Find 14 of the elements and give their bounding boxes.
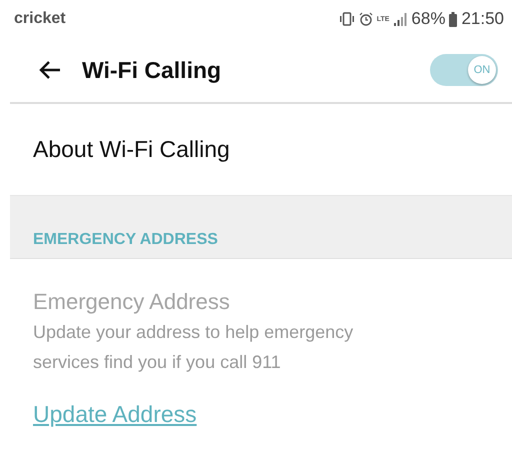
back-arrow-icon[interactable] [38,60,62,80]
vibrate-icon [338,12,355,26]
update-address-link[interactable]: Update Address [33,401,197,428]
clock-time: 21:50 [461,9,504,29]
item-title: Emergency Address [33,289,231,315]
carrier-name: cricket [14,10,66,28]
battery-icon [449,12,458,26]
screen-title: Wi-Fi Calling [82,56,222,84]
toggle-switch[interactable]: ON [430,54,498,86]
battery-percent: 68% [411,9,446,29]
signal-icon [393,12,408,26]
item-description: Update your address to help emergency services find you if you call 911 [33,321,354,374]
alarm-icon [358,12,373,26]
section-heading: EMERGENCY ADDRESS [33,231,218,249]
